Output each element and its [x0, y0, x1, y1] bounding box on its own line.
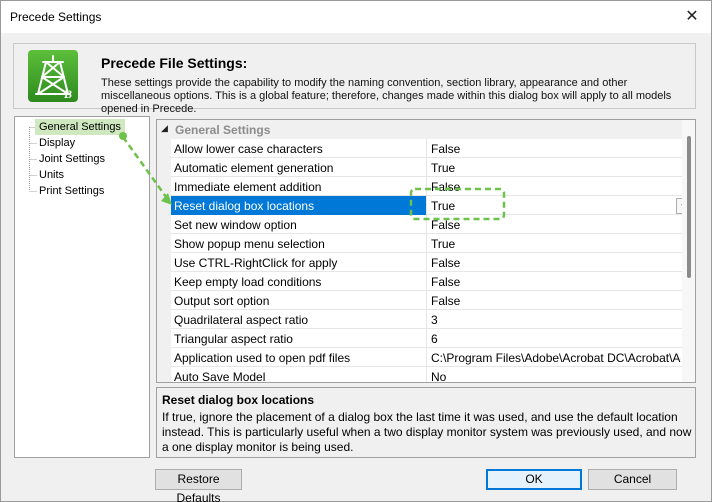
- header-title: Precede File Settings:: [101, 55, 248, 71]
- precede-logo-icon: B: [28, 50, 78, 102]
- property-name: Quadrilateral aspect ratio: [174, 313, 309, 327]
- window-title: Precede Settings: [10, 10, 102, 24]
- property-name: Use CTRL-RightClick for apply: [174, 256, 338, 270]
- grid-row[interactable]: Triangular aspect ratio 6: [171, 329, 682, 348]
- property-name: Triangular aspect ratio: [174, 332, 293, 346]
- property-name: Auto Save Model: [174, 370, 266, 383]
- tree-item-print-settings[interactable]: Print Settings: [39, 183, 104, 199]
- property-value[interactable]: False: [431, 294, 681, 308]
- property-value[interactable]: No: [431, 370, 681, 382]
- settings-tree: General Settings Display Joint Settings …: [14, 116, 150, 458]
- property-value[interactable]: 6: [431, 332, 681, 346]
- property-value[interactable]: 3: [431, 313, 681, 327]
- property-name: Automatic element generation: [174, 161, 334, 175]
- tree-item-general-settings[interactable]: General Settings: [35, 119, 125, 135]
- description-text: If true, ignore the placement of a dialo…: [162, 410, 692, 454]
- grid-row[interactable]: Show popup menu selection True: [171, 234, 682, 253]
- grid-row[interactable]: Immediate element addition False: [171, 177, 682, 196]
- property-value[interactable]: True: [431, 161, 681, 175]
- property-value[interactable]: True: [431, 237, 681, 251]
- grid-row[interactable]: Set new window option False: [171, 215, 682, 234]
- grid-row[interactable]: Use CTRL-RightClick for apply False: [171, 253, 682, 272]
- description-panel: Reset dialog box locations If true, igno…: [156, 387, 696, 458]
- restore-defaults-button[interactable]: Restore Defaults: [155, 469, 242, 502]
- property-name: Keep empty load conditions: [174, 275, 322, 289]
- svg-text:B: B: [63, 87, 72, 101]
- header-description: These settings provide the capability to…: [101, 77, 672, 115]
- property-name: Reset dialog box locations: [174, 199, 315, 213]
- property-value[interactable]: C:\Program Files\Adobe\Acrobat DC\Acroba…: [431, 351, 681, 365]
- grid-row[interactable]: Application used to open pdf files C:\Pr…: [171, 348, 682, 367]
- grid-section-title: General Settings: [175, 123, 271, 137]
- title-bar: Precede Settings ✕: [1, 1, 711, 33]
- grid-scrollbar[interactable]: [682, 120, 695, 382]
- tree-item-display[interactable]: Display: [39, 135, 75, 151]
- grid-row[interactable]: Auto Save Model No: [171, 367, 682, 383]
- settings-dialog: Precede Settings ✕ B Precede File Settin…: [0, 0, 712, 502]
- property-value[interactable]: False: [431, 142, 681, 156]
- ok-button[interactable]: OK: [486, 469, 582, 490]
- tree-item-units[interactable]: Units: [39, 167, 64, 183]
- tree-item-joint-settings[interactable]: Joint Settings: [39, 151, 105, 167]
- grid-section-header[interactable]: ◢ General Settings: [157, 120, 682, 139]
- close-icon[interactable]: ✕: [681, 6, 703, 28]
- grid-row[interactable]: Quadrilateral aspect ratio 3: [171, 310, 682, 329]
- grid-row[interactable]: Output sort option False: [171, 291, 682, 310]
- property-name: Show popup menu selection: [174, 237, 325, 251]
- property-grid: ◢ General Settings Allow lower case char…: [156, 119, 696, 383]
- property-name: Set new window option: [174, 218, 297, 232]
- property-name: Allow lower case characters: [174, 142, 323, 156]
- header-panel: B Precede File Settings: These settings …: [13, 43, 696, 115]
- description-title: Reset dialog box locations: [162, 393, 315, 407]
- property-value[interactable]: False: [431, 218, 681, 232]
- grid-row[interactable]: Keep empty load conditions False: [171, 272, 682, 291]
- grid-gutter: [157, 139, 171, 382]
- property-name: Application used to open pdf files: [174, 351, 351, 365]
- scrollbar-thumb[interactable]: [687, 136, 691, 278]
- property-value[interactable]: False: [431, 275, 681, 289]
- grid-row[interactable]: Automatic element generation True: [171, 158, 682, 177]
- property-value[interactable]: False: [431, 256, 681, 270]
- property-name: Immediate element addition: [174, 180, 322, 194]
- grid-row[interactable]: Allow lower case characters False: [171, 139, 682, 158]
- grid-row-selected[interactable]: Reset dialog box locations True ⌵: [171, 196, 693, 215]
- property-value[interactable]: False: [431, 180, 681, 194]
- property-value-dropdown[interactable]: True: [431, 199, 681, 213]
- collapse-triangle-icon[interactable]: ◢: [161, 123, 168, 134]
- cancel-button[interactable]: Cancel: [588, 469, 677, 490]
- property-name: Output sort option: [174, 294, 270, 308]
